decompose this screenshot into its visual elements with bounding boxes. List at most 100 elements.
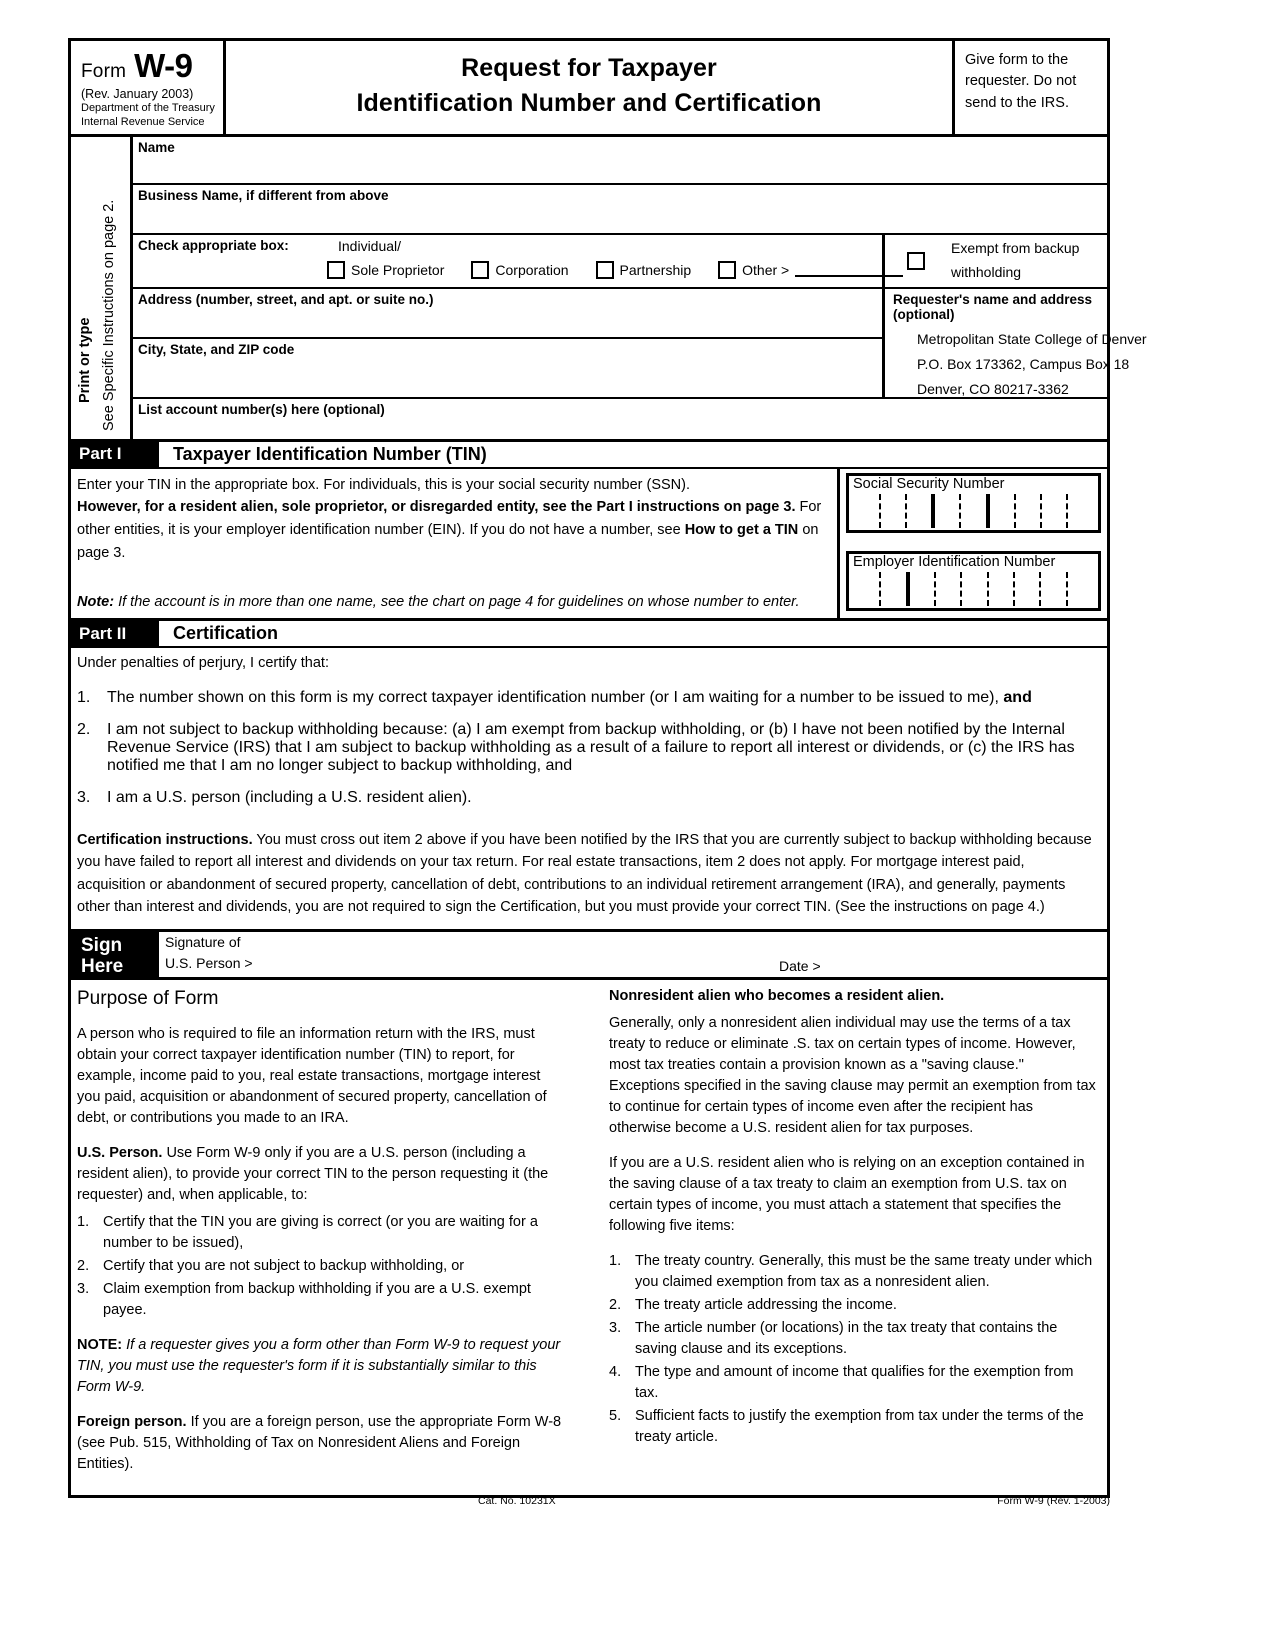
form-identity-block: Form W-9 (Rev. January 2003) Department … (71, 41, 226, 134)
checkbox-icon[interactable] (471, 260, 490, 279)
other-entity-input[interactable] (795, 263, 904, 277)
name-row[interactable]: Name (133, 137, 1107, 185)
ein-digit-cell[interactable] (962, 571, 989, 606)
checkbox-partnership[interactable]: Partnership (590, 260, 691, 279)
part1-p1: Enter your TIN in the appropriate box. F… (77, 476, 691, 493)
ssn-box[interactable]: Social Security Number (846, 472, 1101, 533)
part2-item-text: The number shown on this form is my corr… (107, 689, 1097, 707)
list-item-text: Certify that you are not subject to back… (103, 1258, 465, 1275)
part2-content: Under penalties of perjury, I certify th… (71, 648, 1107, 933)
ssn-digit-cell[interactable] (1068, 494, 1092, 528)
form-revision: (Rev. January 2003) (81, 87, 194, 101)
ssn-digit-cell[interactable] (881, 493, 908, 528)
ssn-input[interactable] (849, 492, 1098, 530)
part1-instructions: Enter your TIN in the appropriate box. F… (71, 469, 837, 619)
part2-bar: Part II Certification (71, 621, 1107, 649)
form-word: Form (81, 61, 127, 82)
address-input[interactable] (133, 307, 882, 331)
part2-title: Certification (173, 623, 279, 644)
checkbox-corporation[interactable]: Corporation (465, 260, 569, 279)
sign-here-section: Sign Here Signature of U.S. Person > Dat… (71, 932, 1107, 981)
city-state-zip-row[interactable]: City, State, and ZIP code (133, 339, 882, 387)
checkbox-label: Corporation (495, 261, 569, 278)
list-item-text: The treaty article addressing the income… (635, 1297, 897, 1314)
checkbox-icon[interactable] (595, 260, 614, 279)
treaty-items-list: 1. The treaty country. Generally, this m… (609, 1251, 1097, 1448)
checkbox-icon[interactable] (907, 251, 925, 270)
ein-digit-cell[interactable] (1041, 571, 1068, 606)
ssn-digit-cell[interactable] (1016, 493, 1042, 528)
part1-p2: However, for a resident alien, sole prop… (77, 496, 829, 565)
part1-content: Enter your TIN in the appropriate box. F… (71, 468, 1107, 622)
ein-digit-cell[interactable] (881, 571, 910, 606)
requester-line3: Denver, CO 80217-3362 (917, 380, 1069, 397)
part2-intro: Under penalties of perjury, I certify th… (77, 655, 329, 672)
business-name-row[interactable]: Business Name, if different from above (133, 185, 1107, 235)
ein-digit-cell[interactable] (1068, 572, 1092, 606)
address-row[interactable]: Address (number, street, and apt. or sui… (133, 289, 882, 339)
part1-p2-bold: However, for a resident alien, sole prop… (77, 499, 796, 516)
exempt-label: Exempt from backup withholding (951, 237, 1079, 285)
ein-input[interactable] (849, 570, 1098, 608)
sign-here-tag: Sign Here (71, 932, 159, 977)
ein-digit-cell[interactable] (936, 571, 963, 606)
list-item: 1. The treaty country. Generally, this m… (609, 1251, 1097, 1293)
checkbox-label: Sole Proprietor (351, 261, 445, 278)
ein-digit-cell[interactable] (1015, 571, 1042, 606)
ssn-digit-cell[interactable] (961, 493, 990, 528)
account-numbers-input[interactable] (133, 417, 1107, 435)
us-person-paragraph: U.S. Person. Use Form W-9 only if you ar… (77, 1143, 565, 1206)
checkbox-other[interactable]: Other > (712, 260, 904, 279)
ein-digit-cell[interactable] (855, 571, 882, 606)
check-box-label: Check appropriate box: (138, 237, 289, 253)
name-input[interactable] (133, 155, 1107, 179)
city-state-zip-input[interactable] (133, 357, 882, 381)
signature-label-line1: Signature of (165, 934, 241, 951)
part2-tag: Part II (71, 621, 159, 647)
ssn-digit-cell[interactable] (935, 493, 962, 528)
nonresident-alien-heading: Nonresident alien who becomes a resident… (609, 986, 1097, 1007)
ssn-digit-cell[interactable] (1042, 493, 1068, 528)
part1-note-text: If the account is in more than one name,… (114, 594, 800, 611)
see-instructions-label: See Specific Instructions on page 2. (101, 199, 117, 431)
list-item-number: 2. (77, 1258, 90, 1275)
ein-box[interactable]: Employer Identification Number (846, 550, 1101, 611)
business-name-input[interactable] (133, 203, 1107, 227)
list-item: 5. Sufficient facts to justify the exemp… (609, 1406, 1097, 1448)
ein-digit-cell[interactable] (910, 571, 936, 606)
catalog-number: Cat. No. 10231X (478, 1495, 556, 1507)
list-item: 3. Claim exemption from backup withholdi… (77, 1279, 565, 1321)
checkbox-icon[interactable] (718, 260, 737, 279)
checkbox-sole-proprietor[interactable]: Sole Proprietor (321, 260, 445, 279)
date-label: Date > (779, 958, 821, 975)
part1-note: Note: If the account is in more than one… (77, 591, 829, 614)
address-label: Address (number, street, and apt. or sui… (138, 291, 434, 307)
form-title-line1: Request for Taxpayer (461, 54, 717, 83)
account-numbers-row[interactable]: List account number(s) here (optional) (133, 396, 1107, 439)
checkbox-icon[interactable] (327, 260, 345, 279)
ssn-digit-cell[interactable] (855, 493, 882, 528)
entity-checkbox-group: Check appropriate box: Individual/ Sole … (133, 234, 904, 287)
form-page: Form W-9 (Rev. January 2003) Department … (0, 0, 1275, 1650)
exempt-backup-withholding-group[interactable]: Exempt from backup withholding (885, 235, 1107, 287)
list-item: 2. Certify that you are not subject to b… (77, 1256, 565, 1277)
part2-item-bold-tail: and (1003, 688, 1032, 706)
list-item-text: Certify that the TIN you are giving is c… (103, 1214, 538, 1252)
ein-digit-cell[interactable] (989, 571, 1015, 606)
list-item-number: 3. (609, 1320, 622, 1337)
ssn-digit-cell[interactable] (990, 493, 1016, 528)
sign-here-line1: Sign (81, 935, 123, 957)
list-item-text: The type and amount of income that quali… (635, 1364, 1074, 1402)
sign-here-line2: Here (81, 956, 124, 978)
nonresident-alien-heading-text: Nonresident alien who becomes a resident… (609, 988, 945, 1005)
signature-area[interactable]: Signature of U.S. Person > Date > (159, 932, 1107, 977)
ssn-digit-cell[interactable] (907, 493, 936, 528)
instructions-right-column: Nonresident alien who becomes a resident… (587, 986, 1097, 1489)
form-title-block: Request for Taxpayer Identification Numb… (226, 41, 955, 134)
part2-item-text: I am not subject to backup withholding b… (107, 720, 1075, 774)
part2-item-1: 1. The number shown on this form is my c… (77, 689, 1097, 707)
entity-type-row: Check appropriate box: Individual/ Sole … (133, 234, 1107, 289)
part1-p2-bold2: How to get a TIN (684, 522, 799, 539)
part2-item-3: 3. I am a U.S. person (including a U.S. … (77, 789, 1097, 807)
dept-irs: Internal Revenue Service (81, 115, 205, 128)
